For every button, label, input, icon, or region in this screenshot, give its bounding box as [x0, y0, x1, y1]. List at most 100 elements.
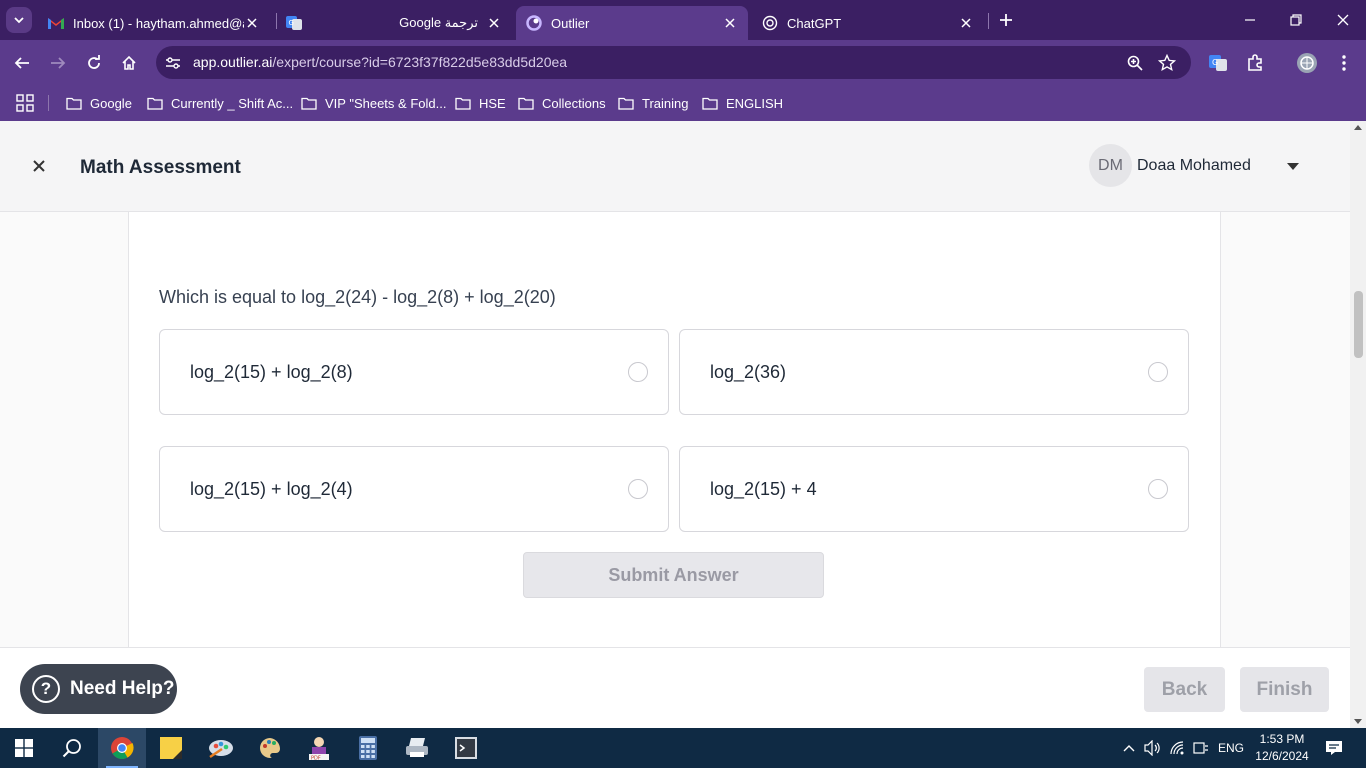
address-bar[interactable]: app.outlier.ai/expert/course?id=6723f37f…	[156, 46, 1191, 79]
input-language-indicator[interactable]: ENG	[1214, 728, 1248, 768]
page-scrollbar[interactable]	[1350, 121, 1366, 728]
answer-option[interactable]: log_2(15) + log_2(4)	[159, 446, 669, 532]
taskbar-sticky-notes[interactable]	[147, 728, 195, 768]
wifi-icon	[1170, 741, 1184, 755]
answer-radio[interactable]	[628, 479, 648, 499]
show-hidden-icons-button[interactable]	[1120, 728, 1138, 768]
answer-radio[interactable]	[628, 362, 648, 382]
volume-button[interactable]	[1143, 728, 1163, 768]
close-window-button[interactable]	[1320, 4, 1366, 36]
answer-radio[interactable]	[1148, 362, 1168, 382]
taskbar-chrome[interactable]	[98, 728, 146, 768]
answer-radio[interactable]	[1148, 479, 1168, 499]
profile-button[interactable]	[1292, 48, 1322, 78]
reload-button[interactable]	[79, 48, 109, 78]
extensions-button[interactable]	[1240, 48, 1270, 78]
taskbar-app-paint[interactable]	[197, 728, 245, 768]
browser-tab-bar: Inbox (1) - haytham.ahmed@ai G Google تر…	[0, 0, 1366, 40]
notifications-button[interactable]	[1322, 728, 1346, 768]
site-info-icon[interactable]	[164, 54, 182, 72]
bookmark-folder-training[interactable]: Training	[618, 91, 688, 115]
bookmark-folder-google[interactable]: Google	[66, 91, 132, 115]
user-menu-caret[interactable]	[1285, 159, 1301, 175]
home-icon	[122, 55, 136, 70]
system-clock[interactable]: 1:53 PM 12/6/2024	[1252, 731, 1312, 765]
bookmark-folder-vip[interactable]: VIP "Sheets & Fold...	[301, 91, 446, 115]
folder-icon	[147, 97, 163, 110]
windows-logo-icon	[15, 739, 33, 757]
minimize-window-button[interactable]	[1227, 4, 1273, 36]
restore-window-button[interactable]	[1273, 4, 1319, 36]
start-button[interactable]	[0, 728, 48, 768]
tab-search-button[interactable]	[6, 7, 32, 33]
close-tab-icon[interactable]	[486, 15, 502, 31]
user-name[interactable]: Doaa Mohamed	[1137, 157, 1251, 175]
network-button[interactable]	[1168, 728, 1188, 768]
profile-avatar-icon	[1297, 53, 1317, 73]
calculator-icon	[359, 736, 377, 760]
folder-icon	[618, 97, 634, 110]
bookmark-folder-collections[interactable]: Collections	[518, 91, 606, 115]
taskbar-app-pdf[interactable]: PDF	[295, 728, 343, 768]
sticky-notes-icon	[160, 737, 182, 759]
answer-option[interactable]: log_2(15) + log_2(8)	[159, 329, 669, 415]
bookmark-folder-english[interactable]: ENGLISH	[702, 91, 783, 115]
tab-gmail[interactable]: Inbox (1) - haytham.ahmed@ai	[38, 6, 270, 40]
tab-title: Google ترجمة	[399, 15, 478, 30]
translate-extension-button[interactable]: G	[1203, 48, 1233, 78]
close-tab-icon[interactable]	[244, 15, 260, 31]
close-icon	[33, 160, 45, 172]
bookmark-folder-currently[interactable]: Currently _ Shift Ac...	[147, 91, 293, 115]
close-assessment-button[interactable]	[28, 155, 50, 177]
close-tab-icon[interactable]	[958, 15, 974, 31]
tab-outlier[interactable]: Outlier	[516, 6, 748, 40]
need-help-button[interactable]: ? Need Help?	[20, 664, 177, 714]
answer-option-label: log_2(15) + log_2(8)	[190, 362, 353, 382]
answer-option[interactable]: log_2(15) + 4	[679, 446, 1189, 532]
windows-taskbar: PDF ENG 1:53 PM 12/6/2024	[0, 728, 1366, 768]
scroll-down-arrow-icon[interactable]	[1354, 719, 1362, 724]
bookmark-star-icon[interactable]	[1156, 52, 1178, 74]
close-tab-icon[interactable]	[722, 15, 738, 31]
browser-menu-button[interactable]	[1329, 48, 1359, 78]
bookmarks-separator	[48, 95, 49, 111]
search-button[interactable]	[48, 728, 96, 768]
avatar[interactable]: DM	[1089, 144, 1132, 187]
battery-button[interactable]	[1191, 728, 1211, 768]
footer-bar: ? Need Help? Back Finish	[0, 647, 1350, 728]
need-help-label: Need Help?	[70, 678, 175, 699]
apps-button[interactable]	[16, 91, 34, 115]
taskbar-app-palette[interactable]	[246, 728, 294, 768]
plus-icon	[1000, 14, 1012, 26]
finish-button[interactable]: Finish	[1240, 667, 1329, 712]
back-button[interactable]: Back	[1144, 667, 1225, 712]
caret-down-icon	[1287, 163, 1299, 170]
more-vertical-icon	[1342, 55, 1346, 71]
new-tab-button[interactable]	[994, 8, 1018, 32]
chrome-icon	[111, 737, 134, 759]
answer-option[interactable]: log_2(36)	[679, 329, 1189, 415]
tab-chatgpt[interactable]: ChatGPT	[752, 6, 984, 40]
bookmarks-bar: Google Currently _ Shift Ac... VIP "Shee…	[0, 85, 1366, 121]
scroll-thumb[interactable]	[1354, 291, 1363, 358]
chatgpt-icon	[762, 15, 778, 31]
bookmark-folder-hse[interactable]: HSE	[455, 91, 506, 115]
outlier-icon	[526, 15, 542, 31]
palette-icon	[260, 738, 281, 758]
tab-google-translate[interactable]: G Google ترجمة	[276, 6, 512, 40]
taskbar-app-terminal[interactable]	[442, 728, 490, 768]
notification-icon	[1326, 741, 1342, 755]
zoom-icon[interactable]	[1124, 52, 1146, 74]
taskbar-app-printer[interactable]	[393, 728, 441, 768]
scroll-up-arrow-icon[interactable]	[1354, 125, 1362, 130]
clock-time: 1:53 PM	[1259, 732, 1305, 746]
gmail-icon	[48, 15, 64, 31]
taskbar-calculator[interactable]	[344, 728, 392, 768]
back-nav-button[interactable]	[7, 48, 37, 78]
folder-icon	[455, 97, 471, 110]
submit-answer-button[interactable]: Submit Answer	[523, 552, 824, 598]
home-button[interactable]	[114, 48, 144, 78]
forward-nav-button[interactable]	[43, 48, 73, 78]
bookmark-label: ENGLISH	[726, 95, 784, 111]
svg-text:G: G	[1212, 58, 1218, 67]
